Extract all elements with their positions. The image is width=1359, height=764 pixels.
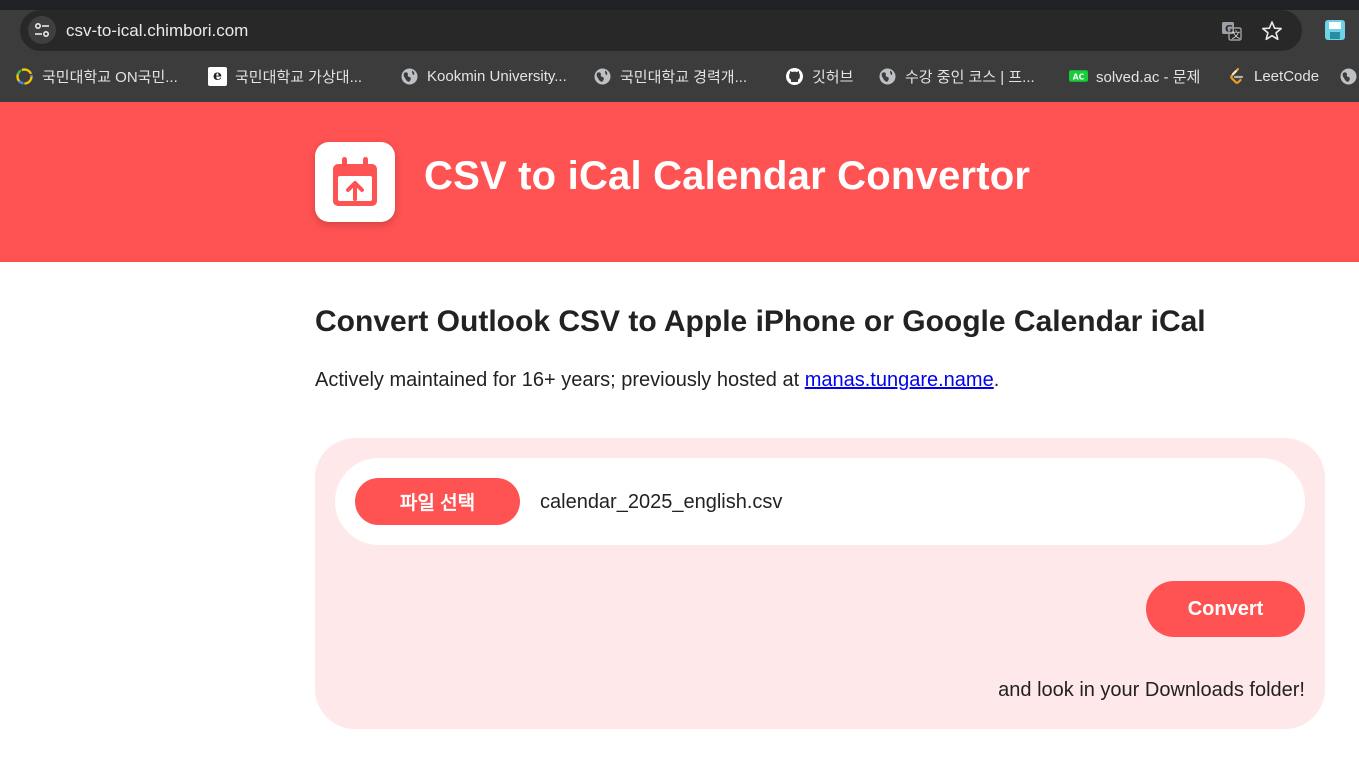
- leetcode-icon: [1227, 67, 1246, 86]
- translate-icon[interactable]: G 文: [1221, 20, 1243, 42]
- app-title: CSV to iCal Calendar Convertor: [424, 154, 1031, 198]
- selected-file-name: calendar_2025_english.csv: [540, 491, 783, 513]
- bookmark-star-icon[interactable]: [1261, 20, 1283, 42]
- bookmark-label: LeetCode: [1254, 67, 1320, 85]
- bookmark-overflow[interactable]: [1339, 62, 1358, 90]
- bookmark-kookmin-career[interactable]: 국민대학교 경력개...: [593, 62, 747, 90]
- bookmark-solvedac[interactable]: AC solved.ac - 문제: [1069, 62, 1200, 90]
- globe-icon: [400, 67, 419, 86]
- site-info-icon[interactable]: [28, 16, 56, 44]
- bookmarks-bar: 국민대학교 ON국민... e 국민대학교 가상대... Kookmin Uni…: [0, 62, 1359, 92]
- bookmark-label: 국민대학교 경력개...: [620, 68, 748, 86]
- bookmark-label: 국민대학교 가상대...: [235, 68, 363, 86]
- page-heading: Convert Outlook CSV to Apple iPhone or G…: [315, 305, 1206, 338]
- browser-chrome: csv-to-ical.chimbori.com G 文 국민대학교 ON국민.…: [0, 0, 1359, 102]
- site-header: CSV to iCal Calendar Convertor: [0, 102, 1359, 262]
- legacy-site-link[interactable]: manas.tungare.name: [805, 369, 994, 391]
- bookmark-label: 국민대학교 ON국민...: [42, 68, 178, 86]
- bookmark-github[interactable]: 깃허브: [785, 62, 853, 90]
- bookmark-label: solved.ac - 문제: [1096, 68, 1201, 86]
- bookmark-ecampus[interactable]: e 국민대학교 가상대...: [208, 62, 362, 90]
- ecampus-icon-mark: e: [213, 67, 222, 84]
- downloads-hint: and look in your Downloads folder!: [998, 679, 1305, 701]
- app-logo: [315, 142, 395, 222]
- bookmark-label: 수강 중인 코스 | 프...: [905, 68, 1035, 86]
- bookmark-kookmin-university[interactable]: Kookmin University...: [400, 62, 567, 90]
- tab-strip: [0, 0, 1359, 10]
- file-input[interactable]: 파일 선택 calendar_2025_english.csv: [335, 458, 1305, 545]
- address-bar[interactable]: csv-to-ical.chimbori.com G 文: [20, 10, 1302, 51]
- solvedac-icon: AC: [1069, 67, 1088, 86]
- svg-text:AC: AC: [1073, 72, 1085, 81]
- ecampus-icon: e: [208, 66, 227, 86]
- choose-file-button[interactable]: 파일 선택: [355, 478, 520, 525]
- url-text[interactable]: csv-to-ical.chimbori.com: [66, 21, 248, 41]
- note-prefix: Actively maintained for 16+ years; previ…: [315, 369, 805, 391]
- bookmark-courses[interactable]: 수강 중인 코스 | 프...: [878, 62, 1035, 90]
- calendar-upload-icon: [333, 157, 377, 206]
- bookmark-leetcode[interactable]: LeetCode: [1227, 62, 1319, 90]
- kookmin-on-icon: [15, 67, 34, 86]
- maintenance-note: Actively maintained for 16+ years; previ…: [315, 369, 999, 392]
- svg-text:文: 文: [1232, 29, 1241, 41]
- note-suffix: .: [993, 369, 1000, 391]
- globe-icon: [878, 67, 897, 86]
- bookmark-label: 깃허브: [812, 68, 854, 86]
- save-extension-icon[interactable]: [1324, 19, 1346, 41]
- globe-icon: [593, 67, 612, 86]
- bookmark-label: Kookmin University...: [427, 67, 567, 85]
- convert-button[interactable]: Convert: [1146, 581, 1305, 637]
- github-icon: [785, 67, 804, 86]
- converter-form: 파일 선택 calendar_2025_english.csv Convert …: [315, 438, 1325, 729]
- bookmark-kookmin-on[interactable]: 국민대학교 ON국민...: [15, 62, 178, 90]
- globe-icon: [1339, 67, 1358, 86]
